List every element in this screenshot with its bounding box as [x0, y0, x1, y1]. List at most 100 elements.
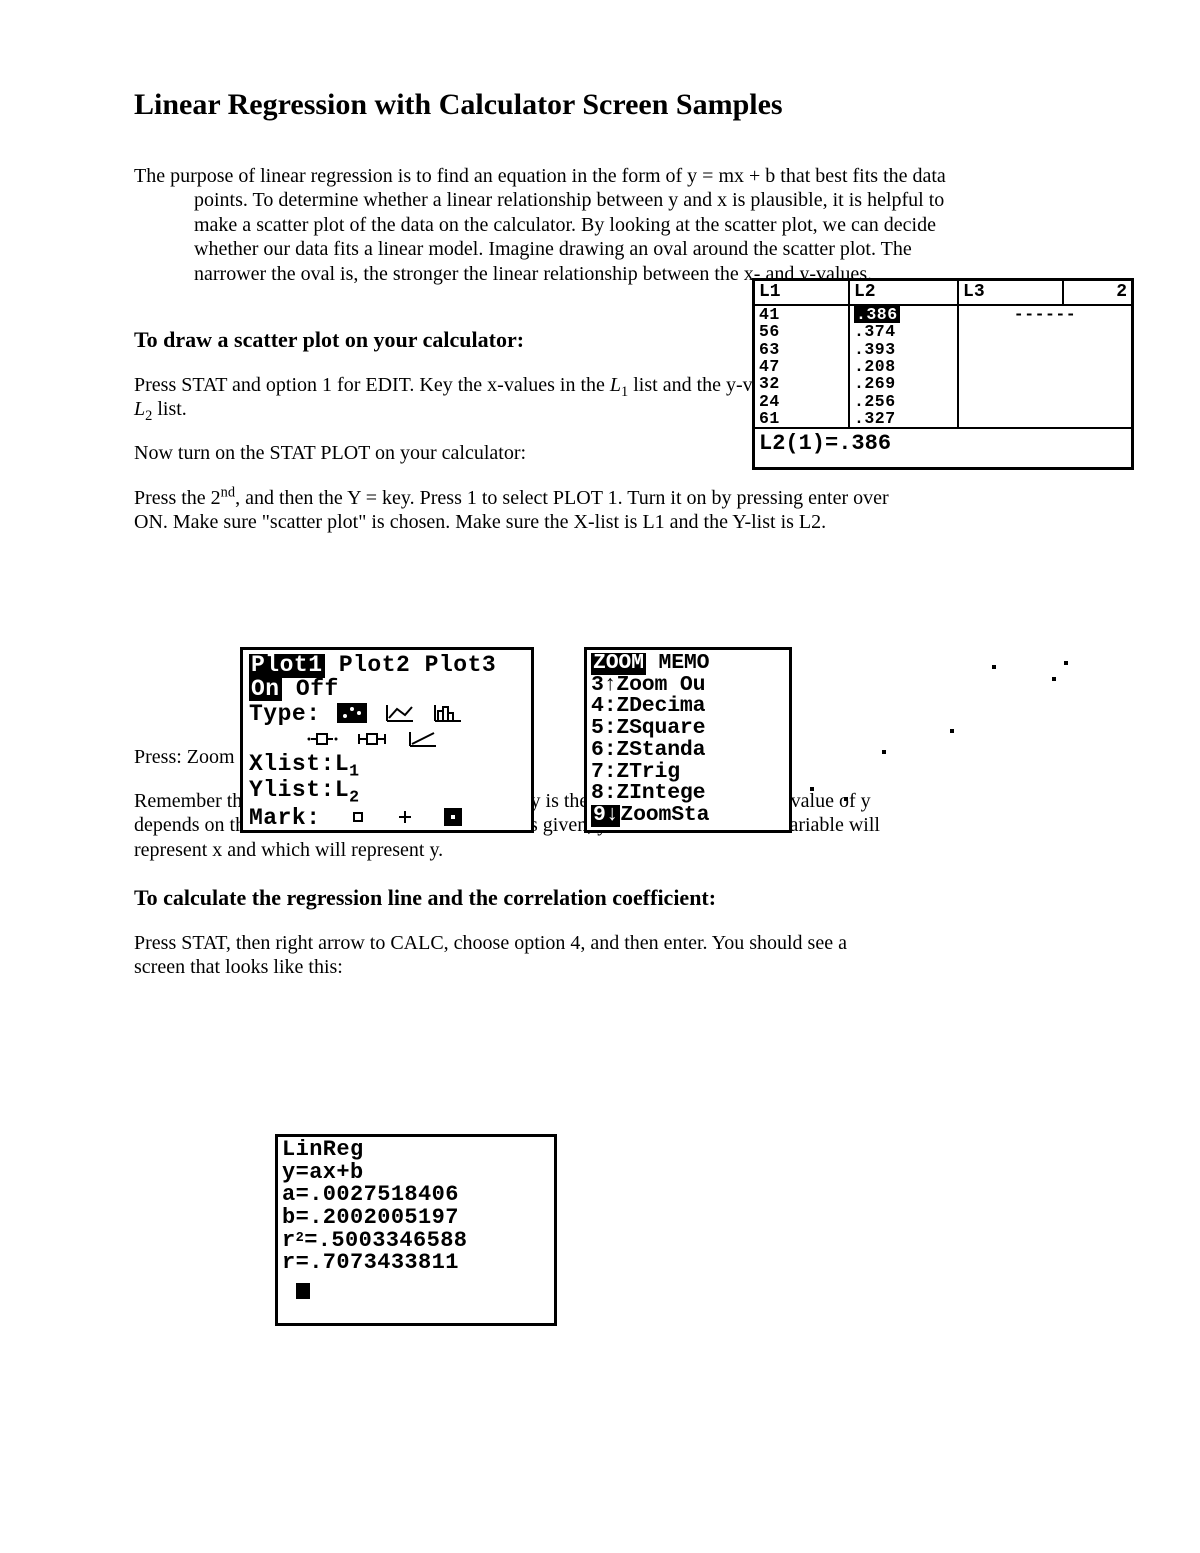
cell: ------ [958, 305, 1131, 323]
on-option: On [249, 678, 282, 702]
heading-regression: To calculate the regression line and the… [134, 884, 1070, 913]
cell [958, 358, 1131, 375]
text: =.5003346588 [304, 1228, 467, 1253]
L-symbol: L [134, 398, 145, 420]
scatter-dots [792, 647, 1082, 833]
superscript-2: 2 [296, 1231, 305, 1246]
text: Press STAT and option 1 for EDIT. Key th… [134, 374, 610, 396]
col-index: 2 [1063, 281, 1131, 305]
calc-screen-plot-setup: Plot1 Plot2 Plot3 On Off Type: [240, 647, 534, 833]
cell: .208 [849, 358, 958, 375]
table-row: 56.374 [755, 323, 1131, 340]
plot-tabs: Plot1 Plot2 Plot3 [249, 654, 525, 678]
dot-icon [950, 729, 954, 733]
cell: .386 [849, 305, 958, 323]
zoom-item: 5:ZSquare [591, 718, 785, 740]
calc-status-line: L2(1)=.386 [755, 427, 1131, 459]
table-row: 32.269 [755, 375, 1131, 392]
cell [958, 341, 1131, 358]
zoom-item: 6:ZStanda [591, 740, 785, 762]
table-header: L1 L2 L3 2 [755, 281, 1131, 305]
zoom-item: 4:ZDecima [591, 696, 785, 718]
col-L3: L3 [958, 281, 1063, 305]
linreg-title: LinReg [282, 1139, 550, 1162]
scatter-plot-icon [337, 702, 367, 726]
text: Press the 2 [134, 487, 221, 509]
plot1-tab: Plot1 [249, 654, 325, 678]
paragraph-regression-instructions: Press STAT, then right arrow to CALC, ch… [134, 931, 894, 980]
calc-screen-list-editor: L1 L2 L3 2 41 .386 ------ 56.374 63.393 47… [752, 278, 1134, 470]
plot-on-off: On Off [249, 678, 525, 702]
zoom-header: ZOOM MEMO [591, 653, 785, 675]
xyline-plot-icon [385, 702, 415, 726]
linreg-a: a=.0027518406 [282, 1184, 550, 1207]
mark-box-icon [351, 806, 365, 830]
table-row: 47.208 [755, 358, 1131, 375]
memory-tab: MEMO [659, 651, 710, 675]
linreg-b: b=.2002005197 [282, 1207, 550, 1230]
modified-boxplot-icon [307, 728, 339, 752]
calc-screen-zoom-menu: ZOOM MEMO 3↑Zoom Ou 4:ZDecima 5:ZSquare … [584, 647, 792, 833]
cell: .327 [849, 410, 958, 427]
type-label: Type: [249, 701, 321, 727]
cell [958, 375, 1131, 392]
cell: .393 [849, 341, 958, 358]
table-row: 63.393 [755, 341, 1131, 358]
cell: 61 [755, 410, 849, 427]
normal-prob-plot-icon [408, 728, 438, 752]
xlist-row: Xlist:L1 [249, 753, 525, 780]
cell [958, 323, 1131, 340]
cursor-icon [296, 1283, 310, 1299]
cell: 41 [755, 305, 849, 323]
mark-label: Mark: [249, 805, 321, 831]
text: Xlist:L [249, 751, 349, 777]
page-title: Linear Regression with Calculator Screen… [134, 85, 1070, 124]
zoom-tab: ZOOM [591, 653, 646, 675]
zoom-item: 7:ZTrig [591, 762, 785, 784]
cell: 47 [755, 358, 849, 375]
off-option: Off [296, 676, 339, 702]
zoom-item: 8:ZIntege [591, 783, 785, 805]
highlighted-cell: .386 [854, 306, 900, 323]
subscript: 1 [349, 761, 359, 780]
cell [958, 393, 1131, 410]
calc-screen-linreg: LinReg y=ax+b a=.0027518406 b=.200200519… [275, 1134, 557, 1326]
zoom-item: 3↑Zoom Ou [591, 675, 785, 697]
text: , and then the Y = key. Press 1 to selec… [134, 487, 889, 533]
linreg-eq: y=ax+b [282, 1162, 550, 1185]
dot-icon [882, 750, 886, 754]
table-row: 41 .386 ------ [755, 305, 1131, 323]
cell: .256 [849, 393, 958, 410]
table-row: 61.327 [755, 410, 1131, 427]
text: list. [152, 398, 186, 420]
dot-icon [844, 797, 848, 801]
zoom-item-num: 9↓ [591, 805, 620, 827]
subscript: 2 [349, 788, 359, 807]
cell: 24 [755, 393, 849, 410]
dot-icon [1064, 661, 1068, 665]
calc-list-table: L1 L2 L3 2 41 .386 ------ 56.374 63.393 47… [755, 281, 1131, 427]
paragraph-press-2nd: Press the 2nd, and then the Y = key. Pre… [134, 486, 894, 535]
plot-type-row2 [249, 728, 525, 753]
intro-paragraph: The purpose of linear regression is to f… [134, 164, 954, 286]
cell [958, 410, 1131, 427]
plot3-tab: Plot3 [425, 652, 497, 678]
dot-icon [992, 665, 996, 669]
dot-icon [810, 787, 814, 791]
table-row: 24.256 [755, 393, 1131, 410]
col-L1: L1 [755, 281, 849, 305]
mark-row: Mark: [249, 806, 525, 831]
dot-icon [1052, 677, 1056, 681]
mark-plus-icon [398, 806, 412, 830]
plot-type-row1: Type: [249, 702, 525, 727]
cell: 56 [755, 323, 849, 340]
L-symbol: L [610, 374, 621, 396]
document-page: Linear Regression with Calculator Screen… [0, 0, 1200, 1553]
text: r [282, 1228, 296, 1253]
histogram-icon [433, 702, 463, 726]
zoom-item-selected: 9↓ZoomSta [591, 805, 785, 827]
ylist-row: Ylist:L2 [249, 779, 525, 806]
cell: .374 [849, 323, 958, 340]
cell: 32 [755, 375, 849, 392]
cell: .269 [849, 375, 958, 392]
